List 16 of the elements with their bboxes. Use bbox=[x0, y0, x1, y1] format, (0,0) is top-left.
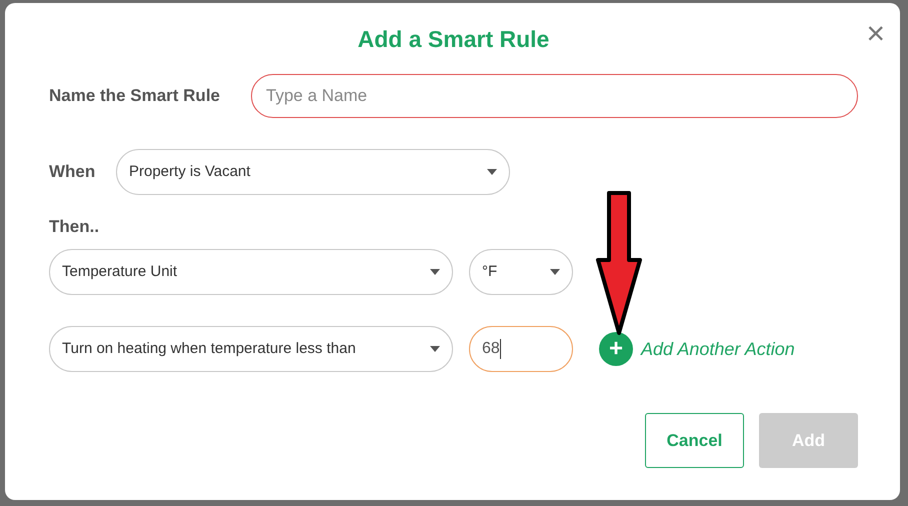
name-input[interactable]: Type a Name bbox=[251, 74, 858, 118]
action-dropdown[interactable]: Turn on heating when temperature less than bbox=[49, 326, 453, 372]
caret-icon bbox=[430, 269, 440, 275]
field-label: When bbox=[49, 161, 96, 184]
down-arrow-icon bbox=[595, 190, 643, 336]
close-button[interactable]: × bbox=[866, 17, 885, 49]
action-dropdown[interactable]: Temperature Unit bbox=[49, 249, 453, 295]
caret-icon bbox=[430, 346, 440, 352]
unit-dropdown[interactable]: °F bbox=[469, 249, 573, 295]
caret-icon bbox=[550, 269, 560, 275]
condition-dropdown[interactable]: Property is Vacant bbox=[116, 149, 510, 195]
field-label: Name the Smart Rule bbox=[49, 85, 221, 108]
dialog-title: Add a Smart Rule bbox=[356, 25, 550, 54]
value-input[interactable]: 68 bbox=[469, 326, 573, 372]
section-label: Then.. bbox=[49, 217, 100, 237]
caret-icon bbox=[487, 169, 497, 175]
